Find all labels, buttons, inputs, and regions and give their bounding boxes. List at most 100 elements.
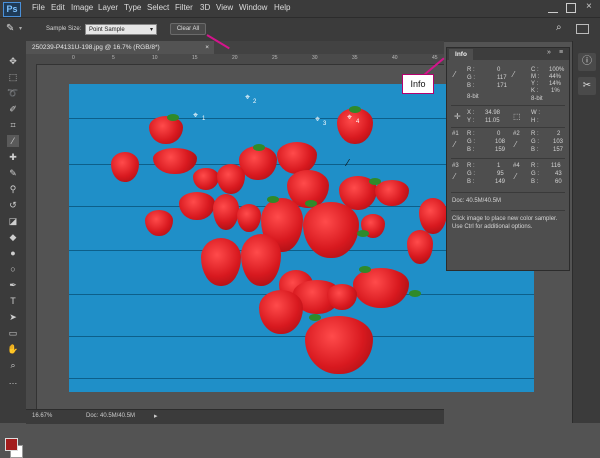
menu-layer[interactable]: Layer — [98, 3, 118, 12]
menu-edit[interactable]: Edit — [51, 3, 65, 12]
sampler-4-b-label: B : — [531, 179, 539, 185]
color-sampler-marker-icon[interactable]: ⌖ — [347, 112, 352, 123]
hint-line-2: Use Ctrl for additional options. — [452, 224, 533, 230]
eyedropper-tool-icon[interactable]: ⁄ — [7, 135, 19, 147]
lasso-tool-icon[interactable]: ➰ — [7, 87, 19, 99]
strawberry — [149, 116, 183, 144]
ruler-tick: 40 — [392, 55, 398, 61]
sampler-4-g-label: G : — [531, 171, 540, 177]
menu-bar: Ps File Edit Image Layer Type Select Fil… — [0, 0, 600, 17]
menu-filter[interactable]: Filter — [175, 3, 193, 12]
more-tools-icon[interactable]: … — [7, 375, 19, 387]
clear-all-button[interactable]: Clear All — [170, 23, 206, 35]
sample-size-select[interactable]: Point Sample ▾ — [85, 24, 157, 35]
document-tab[interactable]: 250239-P4131U-198.jpg @ 16.7% (RGB/8*) × — [26, 41, 214, 54]
history-brush-tool-icon[interactable]: ↺ — [7, 199, 19, 211]
marquee-tool-icon[interactable]: ⬚ — [7, 71, 19, 83]
horizontal-ruler: 0 5 10 15 20 25 30 35 40 45 — [26, 54, 444, 65]
vertical-ruler — [26, 64, 37, 409]
collapse-panel-icon[interactable]: » — [547, 49, 551, 56]
search-icon[interactable]: ⌕ — [556, 22, 562, 33]
blur-tool-icon[interactable]: ● — [7, 247, 19, 259]
cmyk-m-label: M : — [531, 74, 540, 80]
ruler-tick: 30 — [312, 55, 318, 61]
strawberry-leaf — [253, 144, 265, 151]
status-menu-icon[interactable]: ▸ — [154, 412, 158, 420]
move-tool-icon[interactable]: ✥ — [7, 55, 19, 67]
strawberry-leaf — [359, 266, 371, 273]
path-selection-tool-icon[interactable]: ➤ — [7, 311, 19, 323]
menu-select[interactable]: Select — [147, 3, 169, 12]
tool-preset-chevron-icon[interactable]: ▾ — [19, 25, 22, 32]
info-panel-icon[interactable]: ⓘ — [578, 53, 596, 71]
zoom-level[interactable]: 16.67% — [32, 413, 52, 419]
sampler-4-r-value: 116 — [551, 163, 561, 169]
eraser-tool-icon[interactable]: ◪ — [7, 215, 19, 227]
strawberry — [419, 198, 447, 234]
maximize-icon[interactable] — [566, 3, 576, 13]
app-logo: Ps — [3, 2, 21, 17]
tools-panel-icon[interactable]: ✂ — [578, 77, 596, 95]
crop-tool-icon[interactable]: ⌗ — [7, 119, 19, 131]
strawberry-leaf — [409, 290, 421, 297]
strawberry-leaf — [357, 230, 369, 237]
menu-type[interactable]: Type — [124, 3, 141, 12]
menu-image[interactable]: Image — [71, 3, 93, 12]
hint-line-1: Click image to place new color sampler. — [452, 216, 558, 222]
menu-3d[interactable]: 3D — [200, 3, 210, 12]
menu-view[interactable]: View — [216, 3, 233, 12]
tab-info[interactable]: Info — [449, 49, 473, 60]
cmyk-bit-depth: 8-bit — [531, 96, 543, 102]
ruler-tick: 10 — [152, 55, 158, 61]
eyedropper-rgb-icon[interactable]: ⁄ — [454, 70, 455, 79]
strawberry — [201, 238, 241, 286]
menu-file[interactable]: File — [32, 3, 45, 12]
sampler-3-r-label: R : — [467, 163, 475, 169]
pen-tool-icon[interactable]: ✒ — [7, 279, 19, 291]
info-panel: Info » ≡ ⁄ R : G : B : 0 117 171 8-bit ⁄… — [446, 47, 570, 271]
dodge-tool-icon[interactable]: ○ — [7, 263, 19, 275]
sampler-1-b-value: 159 — [495, 147, 506, 153]
eyedropper-cmyk-icon[interactable]: ⁄ — [513, 70, 514, 79]
color-sampler-marker-icon[interactable]: ⌖ — [245, 92, 250, 103]
sampler-3-r-value: 1 — [497, 163, 501, 169]
zoom-tool-icon[interactable]: ⌕ — [7, 359, 19, 371]
rgb-r-value: 0 — [497, 67, 501, 73]
sampler-2-g-value: 103 — [553, 139, 564, 145]
type-tool-icon[interactable]: T — [7, 295, 19, 307]
eyedropper-sampler-4-icon[interactable]: ⁄ — [515, 172, 516, 181]
hand-tool-icon[interactable]: ✋ — [7, 343, 19, 355]
cmyk-k-label: K : — [531, 88, 539, 94]
color-sampler-marker-icon[interactable]: ⌖ — [315, 114, 320, 125]
rgb-g-label: G : — [467, 75, 476, 81]
paint-bucket-tool-icon[interactable]: ◆ — [7, 231, 19, 243]
color-sampler-tool-icon[interactable]: ✎ — [6, 23, 14, 34]
workspace-icon[interactable] — [576, 24, 589, 34]
panel-menu-icon[interactable]: ≡ — [559, 49, 563, 56]
eyedropper-sampler-2-icon[interactable]: ⁄ — [515, 140, 516, 149]
eyedropper-sampler-3-icon[interactable]: ⁄ — [454, 172, 455, 181]
brush-tool-icon[interactable]: ✎ — [7, 167, 19, 179]
tools-panel: ✥ ⬚ ➰ ✐ ⌗ ⁄ ✚ ✎ ⚲ ↺ ◪ ◆ ● ○ ✒ T ➤ ▭ ✋ ⌕ … — [0, 41, 27, 458]
rgb-b-value: 171 — [497, 83, 508, 89]
ruler-tick: 25 — [272, 55, 278, 61]
info-doc-size: Doc: 40.5M/40.5M — [452, 198, 502, 204]
strawberry-leaf — [309, 314, 321, 321]
foreground-color-swatch[interactable] — [5, 438, 18, 451]
color-sampler-marker-icon[interactable]: ⌖ — [193, 110, 198, 121]
healing-brush-tool-icon[interactable]: ✚ — [7, 151, 19, 163]
eyedropper-sampler-1-icon[interactable]: ⁄ — [454, 140, 455, 149]
document-size: Doc: 40.5M/40.5M — [86, 413, 136, 419]
x-label: X : — [467, 110, 475, 116]
clone-stamp-tool-icon[interactable]: ⚲ — [7, 183, 19, 195]
quick-select-tool-icon[interactable]: ✐ — [7, 103, 19, 115]
menu-help[interactable]: Help — [274, 3, 290, 12]
rectangle-tool-icon[interactable]: ▭ — [7, 327, 19, 339]
strawberry — [353, 268, 409, 308]
menu-window[interactable]: Window — [239, 3, 267, 12]
close-icon[interactable]: × — [586, 1, 592, 12]
tab-close-icon[interactable]: × — [205, 41, 209, 54]
minimize-icon[interactable] — [548, 2, 558, 13]
cmyk-y-value: 14% — [549, 81, 562, 87]
sampler-4-b-value: 60 — [555, 179, 562, 185]
